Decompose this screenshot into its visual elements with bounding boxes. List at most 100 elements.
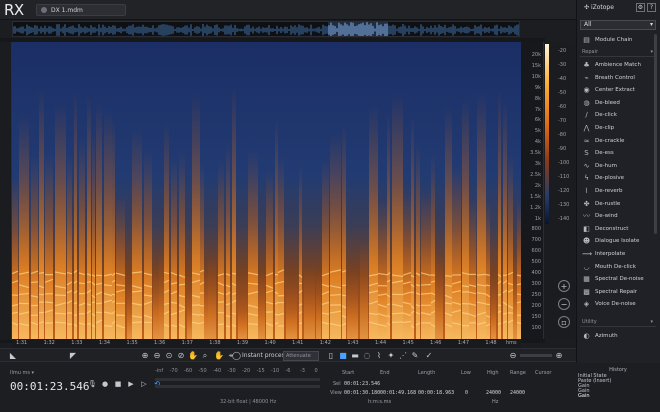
spectral-column [164, 122, 169, 339]
instant-process-select[interactable]: Attenuate [283, 351, 319, 361]
module-item[interactable]: 〰 De-wind [580, 210, 656, 222]
module-scrollbar[interactable] [654, 34, 657, 234]
pencil-icon[interactable]: ✎ [410, 351, 420, 361]
module-item[interactable]: ◉ Center Extract [580, 84, 656, 96]
module-item[interactable]: ⟿ Interpolate [580, 248, 656, 260]
module-item[interactable]: ☻ Dialogue Isolate [580, 235, 656, 247]
settings-icon[interactable]: ⚙ [636, 3, 645, 12]
harmonic [485, 274, 491, 276]
zoom-in-horizontal-icon[interactable]: ⊕ [554, 351, 564, 361]
microphone-icon[interactable]: 🎙 [88, 380, 97, 388]
module-item[interactable]: ∿ De-hum [580, 160, 656, 172]
magic-wand-icon[interactable]: ✦ [386, 351, 396, 361]
module-item[interactable]: ▩ Spectral Repair [580, 286, 656, 298]
waveform-toggle-icon[interactable]: ◣ [8, 351, 18, 361]
module-section-header[interactable]: Repair ▾ [580, 48, 656, 57]
close-tab-icon[interactable] [41, 7, 47, 13]
module-item[interactable]: ⌁ Breath Control [580, 72, 656, 84]
meter-scale-label: -6 [285, 368, 291, 374]
module-item[interactable]: ♣ Ambience Match [580, 59, 656, 71]
zoom-out-horizontal-icon[interactable]: ⊖ [508, 351, 518, 361]
time-ruler[interactable]: 1:31 1:32 1:33 1:34 1:35 1:36 1:37 1:38 1:39 1:40… [12, 339, 521, 348]
chevron-down-icon: ▾ [649, 21, 653, 28]
time-select-icon[interactable]: ▯ [326, 351, 336, 361]
spectral-column [12, 178, 18, 339]
module-item[interactable]: ∕ De-click [580, 109, 656, 121]
frequency-tick-label: 3.5k [530, 150, 541, 157]
track-strip[interactable] [0, 42, 12, 340]
zoom-out-vertical-icon[interactable]: − [558, 298, 570, 310]
brush-icon[interactable]: ⌇ [374, 351, 384, 361]
module-item[interactable]: ✤ De-rustle [580, 198, 656, 210]
module-item[interactable]: ⌇ De-reverb [580, 185, 656, 197]
zoom-in-icon[interactable]: ⊕ [140, 351, 150, 361]
help-icon[interactable]: ? [647, 3, 656, 12]
spectral-column [347, 269, 358, 339]
waveform-overview[interactable] [12, 21, 520, 37]
frequency-tick-label: 1.5k [530, 193, 541, 200]
module-item[interactable]: ◧ Deconstruct [580, 223, 656, 235]
timecode-format[interactable]: Ilmu ms ▾ [10, 370, 34, 376]
module-item[interactable]: ⋀ De-clip [580, 122, 656, 134]
time-tick-label: 1:48 [485, 340, 497, 346]
spectral-column [92, 133, 95, 339]
file-tab[interactable]: DX 1.mdm [36, 4, 126, 16]
spectrogram-toggle-icon[interactable]: ◤ [68, 351, 78, 361]
horizontal-zoom-slider[interactable] [520, 354, 552, 357]
harmonic [415, 284, 421, 287]
module-item[interactable]: ◍ De-bleed [580, 97, 656, 109]
instant-process-toggle-icon[interactable]: ◯ [232, 351, 241, 361]
play-selection-icon[interactable]: ▷ [140, 380, 148, 388]
panel-buttons: ⚙ ? [636, 3, 656, 12]
module-section-header[interactable]: Utility ▾ [580, 318, 656, 327]
harmonic [54, 312, 67, 315]
time-unit: h:m:s.ms [368, 399, 392, 405]
overview-view-range[interactable] [328, 22, 388, 36]
module-item[interactable]: ≈ De-crackle [580, 135, 656, 147]
sel-start[interactable]: 00:01:23.546 [344, 381, 380, 387]
harmonic-select-icon[interactable]: ⋰ [398, 351, 408, 361]
view-start[interactable]: 00:01:30.180 [344, 390, 380, 396]
history-item[interactable]: Gain [578, 394, 658, 399]
magnify-icon[interactable]: ⌕ [200, 351, 210, 361]
spectral-column [486, 200, 490, 339]
record-icon[interactable]: ● [101, 380, 109, 388]
module-item[interactable]: S De-ess [580, 147, 656, 159]
harmonic [30, 281, 39, 284]
zoom-fit-vertical-icon[interactable]: ▫ [558, 316, 570, 328]
frequency-tick-label: 400 [531, 270, 541, 276]
time-frequency-select-icon[interactable]: ■ [338, 351, 348, 361]
zoom-out-icon[interactable]: ⊖ [152, 351, 162, 361]
module-item[interactable]: ϟ De-plosive [580, 172, 656, 184]
module-item[interactable]: ◡ Mouth De-click [580, 261, 656, 273]
view-range[interactable]: 24000 [510, 390, 525, 396]
view-end[interactable]: 00:01:49.168 [380, 390, 416, 396]
zoom-in-vertical-icon[interactable]: + [558, 280, 570, 292]
center-icon: ◉ [583, 86, 590, 95]
module-item[interactable]: ▦ Spectral De-noise [580, 273, 656, 285]
stop-icon[interactable]: ■ [114, 380, 122, 388]
spectral-column [286, 284, 297, 339]
header-high: High [487, 370, 499, 376]
module-filter-select[interactable]: All ▾ [580, 20, 656, 30]
zoom-selection-icon[interactable]: ⊙ [164, 351, 174, 361]
module-item[interactable]: ◐ Azimuth [580, 330, 656, 342]
module-item[interactable]: ◈ Voice De-noise [580, 298, 656, 310]
module-filter-value: All [584, 21, 592, 28]
zoom-fit-icon[interactable]: ⊘ [176, 351, 186, 361]
view-high[interactable]: 24000 [486, 390, 501, 396]
db-tick-label: -110 [558, 174, 570, 180]
frequency-select-icon[interactable]: ▬ [350, 351, 360, 361]
spectrogram-display[interactable] [12, 42, 521, 339]
chevron-down-icon: ▾ [650, 319, 653, 325]
hand-tool-icon[interactable]: ✋ [188, 351, 198, 361]
module-item[interactable]: ▤ Module Chain [580, 34, 656, 46]
spectral-column [116, 195, 125, 339]
azimuth-icon: ◐ [583, 332, 590, 340]
play-icon[interactable]: ▶ [127, 380, 135, 388]
confirm-icon[interactable]: ✓ [424, 351, 434, 361]
hand-scroll-icon[interactable]: ✋ [214, 351, 224, 361]
view-length[interactable]: 00:00:18.963 [418, 390, 454, 396]
view-low[interactable]: 0 [465, 390, 468, 396]
lasso-icon[interactable]: ◌ [362, 351, 372, 361]
